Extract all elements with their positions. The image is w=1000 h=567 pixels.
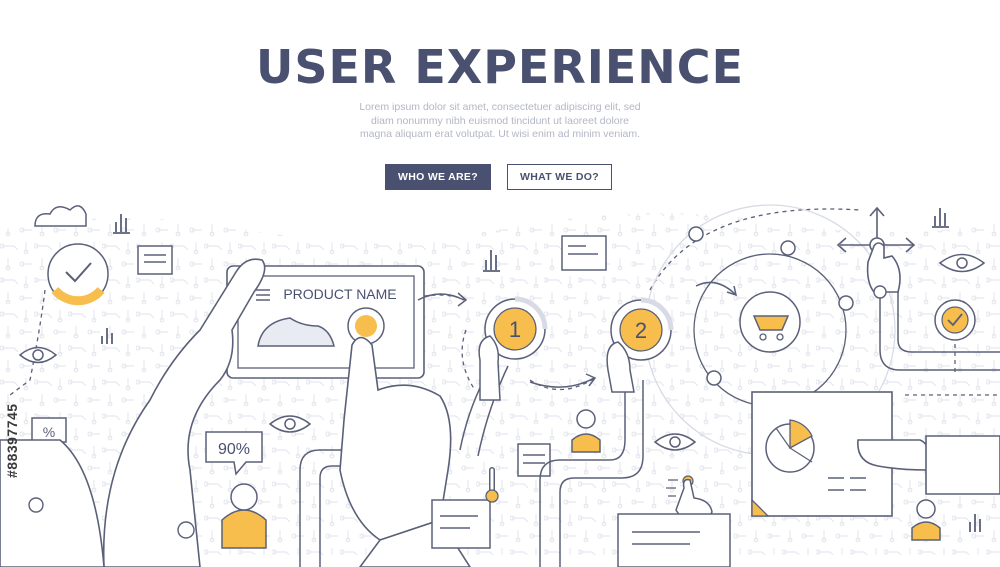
stock-id-watermark: #88397745 (4, 403, 20, 479)
cloud-icon (34, 205, 87, 227)
check-icon (934, 299, 976, 341)
ux-illustration: % 90% PRODUCT NAME 1 2 (0, 204, 1000, 567)
percent-sign: % (43, 424, 55, 440)
step-two-label: 2 (635, 318, 647, 343)
percent-badge-value: 90% (218, 441, 250, 458)
cart-icon (739, 291, 801, 353)
right-cuff (925, 435, 1000, 495)
tablet-product-name: PRODUCT NAME (283, 286, 396, 302)
check-icon (47, 243, 109, 306)
step-one-label: 1 (509, 317, 521, 342)
